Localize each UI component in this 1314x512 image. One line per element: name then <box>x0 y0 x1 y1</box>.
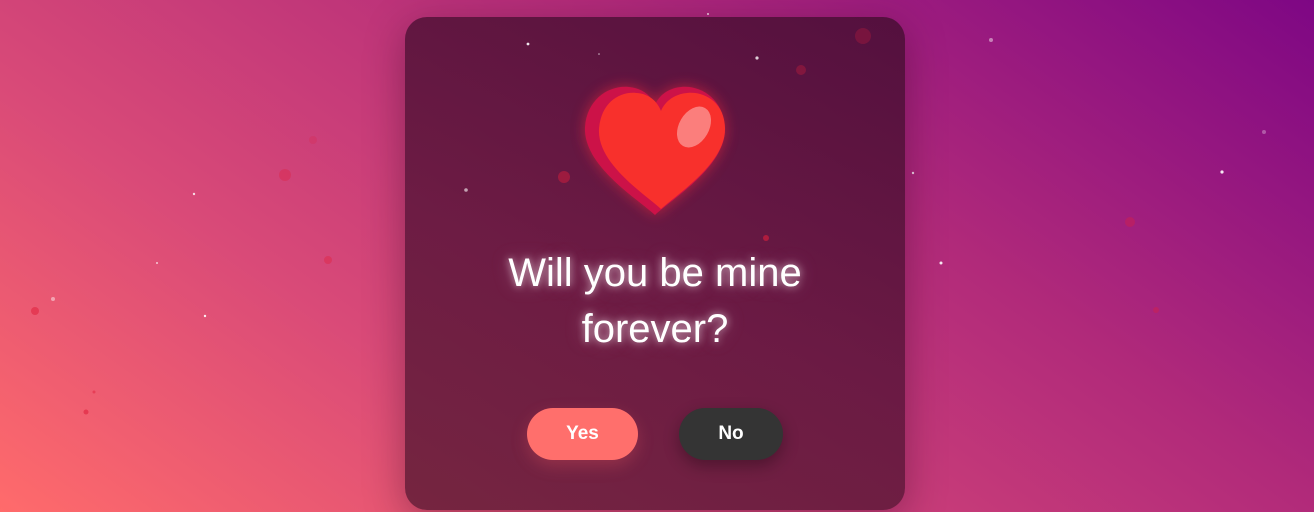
yes-button[interactable]: Yes <box>527 408 638 460</box>
proposal-question: Will you be mine forever? <box>508 251 802 351</box>
no-button[interactable]: No <box>679 408 783 460</box>
proposal-card: Will you be mine forever? Yes No <box>405 17 905 510</box>
heart-icon <box>579 85 731 221</box>
